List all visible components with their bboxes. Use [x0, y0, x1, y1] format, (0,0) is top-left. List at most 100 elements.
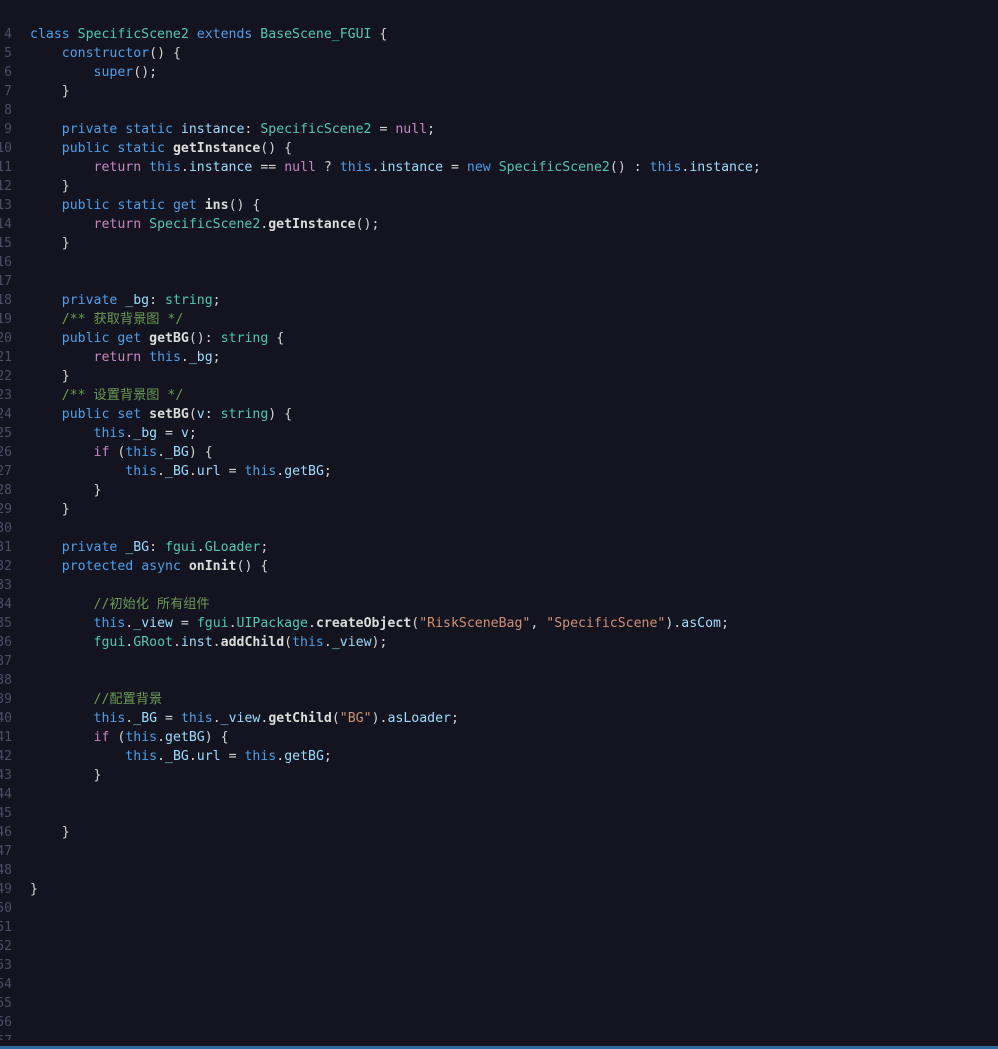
- code-line[interactable]: public get getBG(): string {: [30, 329, 761, 348]
- code-line[interactable]: }: [30, 500, 761, 519]
- line-number: 40: [0, 711, 12, 726]
- line-number: 50: [0, 901, 12, 916]
- line-number: 12: [0, 179, 12, 194]
- code-line[interactable]: [30, 842, 761, 861]
- line-number: 20: [0, 331, 12, 346]
- code-line[interactable]: /** 获取背景图 */: [30, 310, 761, 329]
- code-line[interactable]: [30, 101, 761, 120]
- code-line[interactable]: [30, 804, 761, 823]
- line-number: 38: [0, 673, 12, 688]
- code-line[interactable]: /** 设置背景图 */: [30, 386, 761, 405]
- line-number: 8: [4, 103, 12, 118]
- line-number: 55: [0, 996, 12, 1011]
- line-number: 34: [0, 597, 12, 612]
- code-line[interactable]: [30, 652, 761, 671]
- line-number: 13: [0, 198, 12, 213]
- line-number: 31: [0, 540, 12, 555]
- code-line[interactable]: this._bg = v;: [30, 424, 761, 443]
- line-number: 48: [0, 863, 12, 878]
- line-number: 36: [0, 635, 12, 650]
- line-number: 22: [0, 369, 12, 384]
- code-line[interactable]: }: [30, 82, 761, 101]
- line-number: 47: [0, 844, 12, 859]
- code-line[interactable]: public static get ins() {: [30, 196, 761, 215]
- code-line[interactable]: }: [30, 823, 761, 842]
- line-number: 56: [0, 1015, 12, 1030]
- line-number: 46: [0, 825, 12, 840]
- line-number: 25: [0, 426, 12, 441]
- code-line[interactable]: public static getInstance() {: [30, 139, 761, 158]
- line-number: 33: [0, 578, 12, 593]
- code-line[interactable]: super();: [30, 63, 761, 82]
- code-line[interactable]: class SpecificScene2 extends BaseScene_F…: [30, 25, 761, 44]
- line-number: 26: [0, 445, 12, 460]
- code-line[interactable]: }: [30, 234, 761, 253]
- line-number: 45: [0, 806, 12, 821]
- code-line[interactable]: return this.instance == null ? this.inst…: [30, 158, 761, 177]
- code-line[interactable]: constructor() {: [30, 44, 761, 63]
- code-line[interactable]: public set setBG(v: string) {: [30, 405, 761, 424]
- code-line[interactable]: }: [30, 481, 761, 500]
- code-line[interactable]: }: [30, 766, 761, 785]
- code-line[interactable]: if (this.getBG) {: [30, 728, 761, 747]
- line-number: 11: [0, 160, 12, 175]
- line-number: 9: [4, 122, 12, 137]
- code-line[interactable]: if (this._BG) {: [30, 443, 761, 462]
- line-number: 18: [0, 293, 12, 308]
- code-line[interactable]: this._BG.url = this.getBG;: [30, 462, 761, 481]
- code-content[interactable]: class SpecificScene2 extends BaseScene_F…: [30, 25, 761, 899]
- line-number: 35: [0, 616, 12, 631]
- line-number: 52: [0, 939, 12, 954]
- line-number-gutter: 4 5 6 7 8 9 10 11 12 13 14 15 16 17 18 19 20 21 22 23 24 25 26…: [0, 25, 12, 1040]
- line-number: 54: [0, 977, 12, 992]
- code-editor-window: 4 5 6 7 8 9 10 11 12 13 14 15 16 17 18 19 20 21 22 23 24 25 26…: [0, 0, 998, 1049]
- line-number: 14: [0, 217, 12, 232]
- line-number: 53: [0, 958, 12, 973]
- line-number: 17: [0, 274, 12, 289]
- code-line[interactable]: [30, 519, 761, 538]
- line-number: 21: [0, 350, 12, 365]
- code-line[interactable]: }: [30, 177, 761, 196]
- code-line[interactable]: return SpecificScene2.getInstance();: [30, 215, 761, 234]
- line-number: 19: [0, 312, 12, 327]
- code-line[interactable]: [30, 861, 761, 880]
- line-number: 4: [4, 27, 12, 42]
- code-line[interactable]: private _BG: fgui.GLoader;: [30, 538, 761, 557]
- line-number: 28: [0, 483, 12, 498]
- line-number: 41: [0, 730, 12, 745]
- line-number: 30: [0, 521, 12, 536]
- line-number: 15: [0, 236, 12, 251]
- line-number: 27: [0, 464, 12, 479]
- line-number: 39: [0, 692, 12, 707]
- code-line[interactable]: fgui.GRoot.inst.addChild(this._view);: [30, 633, 761, 652]
- line-number: 32: [0, 559, 12, 574]
- line-number: 42: [0, 749, 12, 764]
- code-line[interactable]: //配置背景: [30, 690, 761, 709]
- code-line[interactable]: [30, 785, 761, 804]
- code-line[interactable]: [30, 576, 761, 595]
- code-line[interactable]: }: [30, 367, 761, 386]
- code-line[interactable]: this._view = fgui.UIPackage.createObject…: [30, 614, 761, 633]
- line-number: 43: [0, 768, 12, 783]
- line-number: 44: [0, 787, 12, 802]
- line-number: 37: [0, 654, 12, 669]
- line-number: 6: [4, 65, 12, 80]
- line-number: 49: [0, 882, 12, 897]
- code-line[interactable]: private static instance: SpecificScene2 …: [30, 120, 761, 139]
- code-line[interactable]: [30, 253, 761, 272]
- line-number: 29: [0, 502, 12, 517]
- code-line[interactable]: return this._bg;: [30, 348, 761, 367]
- code-line[interactable]: //初始化 所有组件: [30, 595, 761, 614]
- code-line[interactable]: [30, 272, 761, 291]
- line-number: 16: [0, 255, 12, 270]
- line-number: 24: [0, 407, 12, 422]
- code-line[interactable]: private _bg: string;: [30, 291, 761, 310]
- editor-viewport[interactable]: 4 5 6 7 8 9 10 11 12 13 14 15 16 17 18 19 20 21 22 23 24 25 26…: [0, 0, 998, 1040]
- line-number: 57: [0, 1032, 12, 1040]
- line-number: 23: [0, 388, 12, 403]
- code-line[interactable]: protected async onInit() {: [30, 557, 761, 576]
- code-line[interactable]: }: [30, 880, 761, 899]
- code-line[interactable]: this._BG = this._view.getChild("BG").asL…: [30, 709, 761, 728]
- code-line[interactable]: this._BG.url = this.getBG;: [30, 747, 761, 766]
- code-line[interactable]: [30, 671, 761, 690]
